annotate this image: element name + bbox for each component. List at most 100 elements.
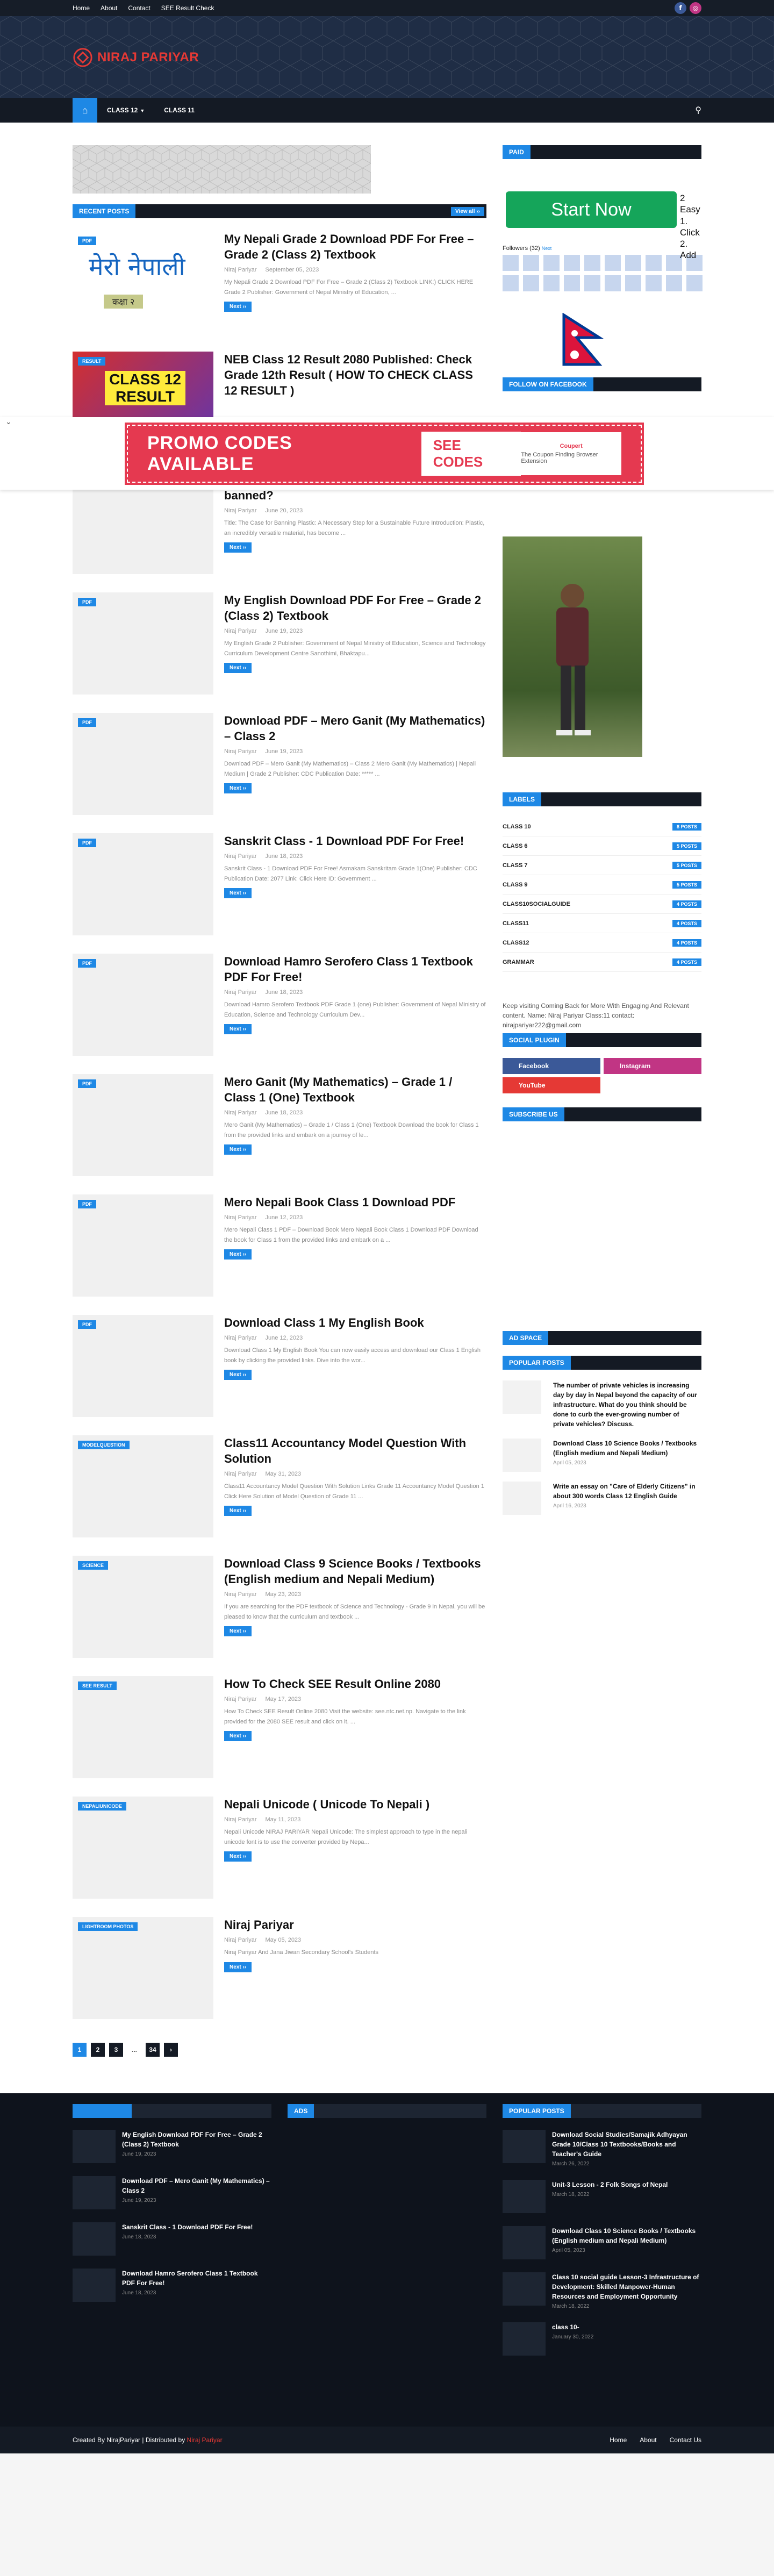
post-title[interactable]: Sanskrit Class - 1 Download PDF For Free…	[224, 833, 486, 849]
post-thumbnail[interactable]: NEPALIUNICODE	[73, 1797, 213, 1899]
label-item[interactable]: CLASS10SOCIALGUIDE 4 POSTS	[503, 895, 701, 914]
footer-post-title[interactable]: Unit-3 Lesson - 2 Folk Songs of Nepal	[552, 2180, 668, 2189]
footer-thumbnail[interactable]	[503, 2322, 546, 2356]
footer-thumbnail[interactable]	[73, 2176, 116, 2209]
paid-ad[interactable]: Start Now 2 Easy 1. Click 2. Add	[503, 170, 701, 260]
post-title[interactable]: Download Class 9 Science Books / Textboo…	[224, 1556, 486, 1587]
see-codes-button[interactable]: SEE CODES	[421, 432, 521, 476]
nav-item[interactable]: CLASS 12 ▼	[97, 106, 154, 114]
post-title[interactable]: NEB Class 12 Result 2080 Published: Chec…	[224, 352, 486, 398]
next-button[interactable]: Next ››	[224, 1370, 252, 1380]
footer-link[interactable]: Contact Us	[670, 2436, 701, 2444]
page-link[interactable]: 34	[146, 2043, 160, 2057]
next-button[interactable]: Next ››	[224, 1851, 252, 1862]
top-link[interactable]: Contact	[128, 4, 150, 12]
footer-post-title[interactable]: Download Social Studies/Samajik Adhyayan…	[552, 2130, 701, 2159]
follower-avatar[interactable]	[523, 255, 539, 271]
post-tag[interactable]: PDF	[78, 237, 96, 245]
footer-thumbnail[interactable]	[503, 2272, 546, 2306]
follower-avatar[interactable]	[523, 275, 539, 291]
follower-avatar[interactable]	[605, 275, 621, 291]
post-tag[interactable]: RESULT	[78, 357, 106, 366]
post-tag[interactable]: MODELQUESTION	[78, 1441, 130, 1449]
footer-post-title[interactable]: Download PDF – Mero Ganit (My Mathematic…	[122, 2176, 271, 2195]
follower-avatar[interactable]	[666, 275, 682, 291]
credit-link[interactable]: Niraj Pariyar	[187, 2436, 223, 2444]
view-all-button[interactable]: View all ››	[451, 206, 484, 216]
post-author[interactable]: Niraj Pariyar	[224, 1696, 257, 1702]
post-thumbnail[interactable]: PDF	[73, 1194, 213, 1297]
nav-item[interactable]: CLASS 11	[154, 106, 204, 114]
popular-title[interactable]: The number of private vehicles is increa…	[553, 1380, 701, 1429]
post-author[interactable]: Niraj Pariyar	[224, 267, 257, 273]
footer-post[interactable]: Download Social Studies/Samajik Adhyayan…	[503, 2130, 701, 2167]
post-thumbnail[interactable]: SEE RESULT	[73, 1676, 213, 1778]
follower-avatar[interactable]	[564, 255, 580, 271]
footer-link[interactable]: Home	[610, 2436, 627, 2444]
post-tag[interactable]: PDF	[78, 1079, 96, 1088]
follower-avatar[interactable]	[646, 255, 662, 271]
next-button[interactable]: Next ››	[224, 1626, 252, 1637]
next-button[interactable]: Next ››	[224, 663, 252, 674]
next-button[interactable]: Next ››	[224, 302, 252, 312]
page-link[interactable]: 1	[73, 2043, 87, 2057]
post-thumbnail[interactable]: SCIENCE	[73, 1556, 213, 1658]
follower-avatar[interactable]	[503, 255, 519, 271]
page-link[interactable]: ›	[164, 2043, 178, 2057]
post-tag[interactable]: NEPALIUNICODE	[78, 1802, 126, 1811]
follower-avatar[interactable]	[543, 275, 560, 291]
footer-thumbnail[interactable]	[73, 2222, 116, 2256]
label-item[interactable]: GRAMMAR 4 POSTS	[503, 953, 701, 972]
footer-post-title[interactable]: My English Download PDF For Free – Grade…	[122, 2130, 271, 2149]
footer-post[interactable]: class 10- January 30, 2022	[503, 2322, 701, 2356]
post-thumbnail[interactable]: PDF	[73, 1074, 213, 1176]
popular-post[interactable]: Write an essay on "Care of Elderly Citiz…	[503, 1482, 701, 1515]
post-tag[interactable]: PDF	[78, 1200, 96, 1208]
post-thumbnail[interactable]: PDF	[73, 833, 213, 935]
post-author[interactable]: Niraj Pariyar	[224, 628, 257, 634]
post-author[interactable]: Niraj Pariyar	[224, 1335, 257, 1341]
popular-post[interactable]: Download Class 10 Science Books / Textbo…	[503, 1439, 701, 1472]
footer-thumbnail[interactable]	[503, 2180, 546, 2213]
post-title[interactable]: My Nepali Grade 2 Download PDF For Free …	[224, 231, 486, 262]
start-now-button[interactable]: Start Now	[506, 191, 677, 228]
popular-post[interactable]: The number of private vehicles is increa…	[503, 1380, 701, 1429]
post-thumbnail[interactable]: मेरो नेपाली कक्षा २ PDF	[73, 231, 213, 333]
follower-avatar[interactable]	[584, 255, 600, 271]
search-icon[interactable]: ⚲	[695, 105, 701, 116]
post-tag[interactable]: PDF	[78, 839, 96, 847]
home-button[interactable]: ⌂	[73, 98, 97, 123]
post-title[interactable]: Niraj Pariyar	[224, 1917, 486, 1933]
next-button[interactable]: Next ››	[224, 783, 252, 794]
post-thumbnail[interactable]: PDF	[73, 954, 213, 1056]
post-thumbnail[interactable]: MODELQUESTION	[73, 1435, 213, 1537]
post-author[interactable]: Niraj Pariyar	[224, 989, 257, 996]
facebook-button[interactable]: Facebook	[503, 1058, 600, 1074]
top-link[interactable]: Home	[73, 4, 90, 12]
footer-post-title[interactable]: Class 10 social guide Lesson-3 Infrastru…	[552, 2272, 701, 2301]
ad-banner[interactable]	[73, 145, 371, 194]
follower-avatar[interactable]	[543, 255, 560, 271]
page-link[interactable]: 2	[91, 2043, 105, 2057]
popular-title[interactable]: Download Class 10 Science Books / Textbo…	[553, 1439, 701, 1458]
post-title[interactable]: Download Hamro Serofero Class 1 Textbook…	[224, 954, 486, 985]
post-tag[interactable]: PDF	[78, 598, 96, 606]
post-thumbnail[interactable]: PDF	[73, 592, 213, 695]
post-tag[interactable]: SEE RESULT	[78, 1681, 117, 1690]
post-tag[interactable]: PDF	[78, 959, 96, 968]
follower-avatar[interactable]	[605, 255, 621, 271]
top-link[interactable]: About	[101, 4, 117, 12]
label-item[interactable]: CLASS12 4 POSTS	[503, 933, 701, 953]
footer-post[interactable]: Download Hamro Serofero Class 1 Textbook…	[73, 2269, 271, 2302]
footer-thumbnail[interactable]	[503, 2130, 546, 2163]
post-author[interactable]: Niraj Pariyar	[224, 853, 257, 860]
post-thumbnail[interactable]: LIGHTROOM PHOTOS	[73, 1917, 213, 2019]
footer-post[interactable]: Download PDF – Mero Ganit (My Mathematic…	[73, 2176, 271, 2209]
follower-avatar[interactable]	[625, 275, 641, 291]
next-button[interactable]: Next ››	[224, 1144, 252, 1155]
instagram-icon[interactable]: ◎	[690, 2, 701, 14]
post-author[interactable]: Niraj Pariyar	[224, 1110, 257, 1116]
label-item[interactable]: CLASS 7 5 POSTS	[503, 856, 701, 875]
post-author[interactable]: Niraj Pariyar	[224, 1214, 257, 1221]
promo-banner[interactable]: PROMO CODES AVAILABLE SEE CODES Coupert …	[125, 423, 644, 485]
